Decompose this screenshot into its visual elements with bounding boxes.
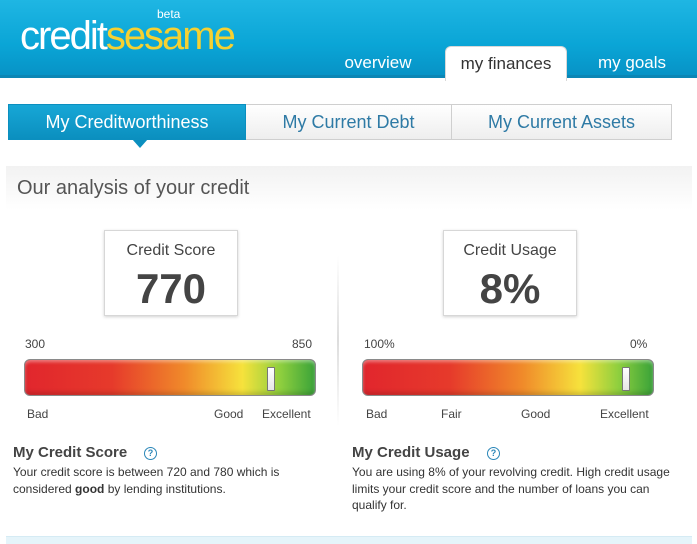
credit-score-band-bad: Bad xyxy=(27,407,49,421)
credit-score-range-max: 850 xyxy=(292,337,313,351)
analysis-title: Our analysis of your credit xyxy=(17,177,250,199)
credit-score-desc-title: My Credit Score xyxy=(13,444,128,461)
nav-tab-overview[interactable]: overview xyxy=(330,48,426,78)
credit-usage-marker xyxy=(622,367,630,391)
subtab-my-current-assets[interactable]: My Current Assets xyxy=(452,104,672,140)
credit-score-desc-suffix: by lending institutions. xyxy=(104,481,226,496)
credit-usage-range-min: 100% xyxy=(364,337,395,351)
credit-score-box: Credit Score 770 xyxy=(104,230,238,316)
credit-score-label: Credit Score xyxy=(126,242,216,259)
credit-usage-band-excellent: Excellent xyxy=(600,407,649,421)
subtab-my-creditworthiness[interactable]: My Creditworthiness xyxy=(8,104,246,148)
question-circle-icon[interactable]: ? xyxy=(144,447,157,460)
logo-word-credit: credit xyxy=(20,14,108,58)
credit-usage-band-good: Good xyxy=(521,407,551,421)
credit-usage-desc-title: My Credit Usage xyxy=(352,444,470,461)
question-circle-icon[interactable]: ? xyxy=(487,447,500,460)
credit-sesame-logo[interactable]: creditsesame beta xyxy=(20,7,236,58)
credit-score-marker xyxy=(267,367,275,391)
credit-usage-value: 8% xyxy=(479,265,541,312)
beta-badge: beta xyxy=(157,7,181,21)
credit-score-value: 770 xyxy=(135,265,207,312)
finance-subtabs: My Creditworthiness My Current Debt My C… xyxy=(8,104,672,148)
credit-usage-gauge xyxy=(362,359,654,396)
nav-tab-my-finances[interactable]: my finances xyxy=(445,46,567,81)
credit-score-description: Your credit score is between 720 and 780… xyxy=(13,464,323,497)
app-header: creditsesame beta overview my finances m… xyxy=(0,0,697,81)
credit-score-range-min: 300 xyxy=(25,337,46,351)
credit-score-band-excellent: Excellent xyxy=(262,407,311,421)
credit-usage-band-bad: Bad xyxy=(366,407,388,421)
subtab-my-current-debt[interactable]: My Current Debt xyxy=(246,104,452,140)
column-divider xyxy=(337,256,339,426)
nav-tab-my-goals[interactable]: my goals xyxy=(584,48,680,78)
credit-score-desc-emphasis: good xyxy=(75,481,105,496)
credit-usage-label: Credit Usage xyxy=(463,242,557,259)
bottom-panel-strip xyxy=(6,536,692,544)
credit-score-band-good: Good xyxy=(214,407,244,421)
credit-usage-box: Credit Usage 8% xyxy=(443,230,577,316)
credit-usage-description: You are using 8% of your revolving credi… xyxy=(352,465,670,512)
credit-usage-range-max: 0% xyxy=(630,337,648,351)
credit-score-gauge xyxy=(24,359,316,396)
credit-usage-band-fair: Fair xyxy=(441,407,462,421)
